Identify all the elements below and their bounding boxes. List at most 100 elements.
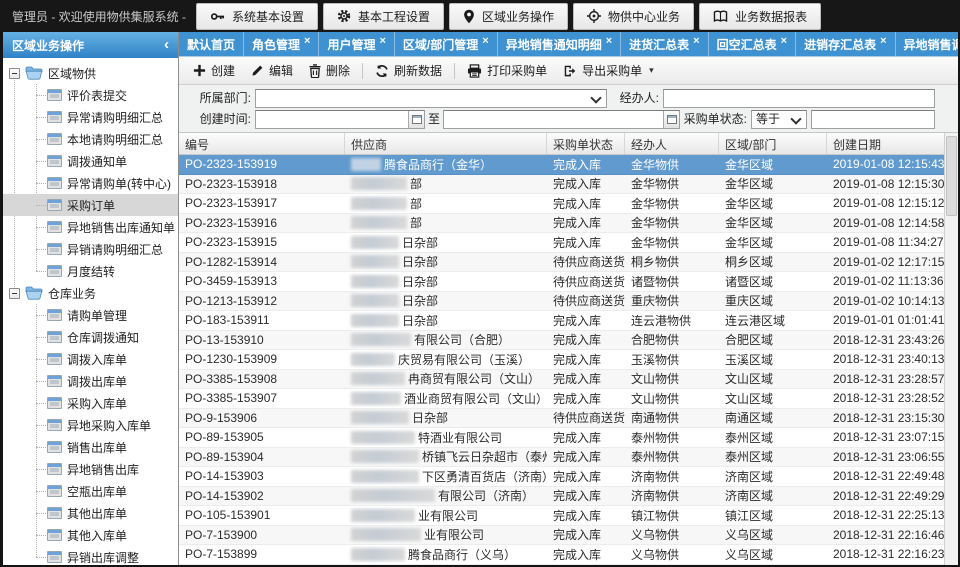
system-settings-button[interactable]: 系统基本设置 — [196, 3, 318, 30]
table-row[interactable]: PO-1230-153909庆贸易有限公司（玉溪）完成入库玉溪物供玉溪区域201… — [179, 350, 945, 370]
tree-item[interactable]: 调拨通知单 — [3, 150, 178, 172]
close-tab-icon[interactable]: × — [693, 36, 699, 47]
tree-item[interactable]: 采购入库单 — [3, 392, 178, 414]
tree-item[interactable]: 异常请购明细汇总 — [3, 106, 178, 128]
table-row[interactable]: PO-2323-153918部完成入库金华物供金华区域2019-01-08 12… — [179, 175, 945, 195]
tree-item[interactable]: 空瓶出库单 — [3, 480, 178, 502]
refresh-button[interactable]: 刷新数据 — [367, 59, 450, 82]
tab-区域/部门管理[interactable]: 区域/部门管理× — [395, 32, 498, 56]
table-row[interactable]: PO-1282-153914日杂部待供应商送货桐乡物供桐乡区域2019-01-0… — [179, 253, 945, 273]
tree-item[interactable]: 请购单管理 — [3, 304, 178, 326]
tree-item[interactable]: 异常请购单(转中心) — [3, 172, 178, 194]
tree-item[interactable]: 本地请购明细汇总 — [3, 128, 178, 150]
column-header-采购单状态[interactable]: 采购单状态 — [547, 133, 625, 154]
tree-item[interactable]: 仓库调拨通知 — [3, 326, 178, 348]
close-tab-icon[interactable]: × — [880, 36, 886, 47]
basic-project-settings-button[interactable]: 基本工程设置 — [323, 3, 444, 30]
tree-item[interactable]: 销售出库单 — [3, 436, 178, 458]
table-row[interactable]: PO-3459-153913日杂部待供应商送货诸暨物供诸暨区域2019-01-0… — [179, 272, 945, 292]
export-po-button[interactable]: 导出采购单▾ — [555, 59, 662, 82]
close-tab-icon[interactable]: × — [482, 36, 488, 47]
table-row[interactable]: PO-2323-153919腾食品商行（金华）完成入库金华物供金华区域2019-… — [179, 155, 945, 175]
status-op-select[interactable]: 等于 — [751, 110, 807, 129]
created-to-input[interactable] — [443, 110, 680, 129]
sidebar-title: 区域业务操作 — [12, 37, 84, 54]
tab-进货汇总表[interactable]: 进货汇总表× — [621, 32, 708, 56]
table-row[interactable]: PO-89-153904桥镇飞云日杂超市（泰州）完成入库泰州物供泰州区域2018… — [179, 448, 945, 468]
topbar: 管理员 - 欢迎使用物供集服系统 - 系统基本设置基本工程设置区域业务操作物供中… — [0, 0, 960, 32]
collapse-sidebar-icon[interactable]: ‹ — [164, 37, 169, 52]
table-row[interactable]: PO-89-153905特酒业有限公司完成入库泰州物供泰州区域2018-12-3… — [179, 428, 945, 448]
tree-item[interactable]: 异销请购明细汇总 — [3, 238, 178, 260]
tree-item[interactable]: 其他入库单 — [3, 524, 178, 546]
tab-默认首页[interactable]: 默认首页 — [179, 32, 244, 56]
table-row[interactable]: PO-3385-153908冉商贸有限公司（文山）完成入库文山物供文山区域201… — [179, 370, 945, 390]
column-header-编号[interactable]: 编号 — [179, 133, 345, 154]
table-row[interactable]: PO-1213-153912日杂部待供应商送货重庆物供重庆区域2019-01-0… — [179, 292, 945, 312]
table-row[interactable]: PO-183-153911日杂部完成入库连云港物供连云港区域2019-01-01… — [179, 311, 945, 331]
tab-回空汇总表[interactable]: 回空汇总表× — [709, 32, 796, 56]
topbar-button-label: 区域业务操作 — [482, 8, 554, 25]
collapse-node-icon[interactable] — [9, 288, 20, 299]
agent-filter-input[interactable] — [663, 89, 935, 108]
print-po-button[interactable]: 打印采购单 — [459, 59, 555, 82]
toolbar-separator — [362, 63, 363, 79]
table-row[interactable]: PO-7-153899腾食品商行（义乌）完成入库义乌物供义乌区域2018-12-… — [179, 545, 945, 565]
region-cell: 义乌区域 — [719, 546, 827, 563]
tree-item[interactable]: 月度结转 — [3, 260, 178, 282]
tree-item[interactable]: 评价表提交 — [3, 84, 178, 106]
scrollbar-thumb[interactable] — [946, 136, 957, 216]
tab-进销存汇总表[interactable]: 进销存汇总表× — [796, 32, 895, 56]
tree-item[interactable]: 调拨入库单 — [3, 348, 178, 370]
table-row[interactable]: PO-2323-153915日杂部完成入库金华物供金华区域2019-01-08 … — [179, 233, 945, 253]
collapse-node-icon[interactable] — [9, 68, 20, 79]
close-tab-icon[interactable]: × — [379, 36, 385, 47]
table-row[interactable]: PO-9-153906日杂部待供应商送货南通物供南通区域2018-12-31 2… — [179, 409, 945, 429]
business-reports-button[interactable]: 业务数据报表 — [699, 3, 821, 30]
export-icon — [563, 64, 577, 78]
tab-异地销售调整明细[interactable]: 异地销售调整明细× — [896, 32, 958, 56]
close-tab-icon[interactable]: × — [606, 36, 612, 47]
supplier-name: 部 — [410, 216, 422, 230]
redacted-text — [351, 333, 411, 346]
dept-filter-select[interactable] — [255, 89, 607, 108]
tree-item[interactable]: 调拨出库单 — [3, 370, 178, 392]
column-header-区域/部门[interactable]: 区域/部门 — [719, 133, 827, 154]
tab-异地销售通知明细[interactable]: 异地销售通知明细× — [498, 32, 621, 56]
tab-角色管理[interactable]: 角色管理× — [244, 32, 319, 56]
tree-item[interactable]: 异地采购入库单 — [3, 414, 178, 436]
tree-folder[interactable]: 仓库业务 — [3, 282, 178, 304]
calendar-icon[interactable] — [408, 111, 424, 128]
column-header-创建日期[interactable]: 创建日期 — [827, 133, 945, 154]
tree-item[interactable]: 采购订单 — [3, 194, 178, 216]
tree-item[interactable]: 其他出库单 — [3, 502, 178, 524]
tree-item[interactable]: 异地销售出库 — [3, 458, 178, 480]
region-business-button[interactable]: 区域业务操作 — [449, 3, 568, 30]
tree-item[interactable]: 异销出库调整 — [3, 546, 178, 565]
table-row[interactable]: PO-7-153900业有限公司完成入库义乌物供义乌区域2018-12-31 2… — [179, 526, 945, 546]
delete-button[interactable]: 删除 — [301, 59, 358, 82]
calendar-icon[interactable] — [663, 111, 679, 128]
tree-item[interactable]: 异地销售出库通知单 — [3, 216, 178, 238]
close-tab-icon[interactable]: × — [304, 36, 310, 47]
table-row[interactable]: PO-13-153910有限公司（合肥）完成入库合肥物供合肥区域2018-12-… — [179, 331, 945, 351]
table-row[interactable]: PO-14-153902有限公司（济南）完成入库济南物供济南区域2018-12-… — [179, 487, 945, 507]
tab-用户管理[interactable]: 用户管理× — [319, 32, 394, 56]
table-row[interactable]: PO-3385-153907酒业商贸有限公司（文山）完成入库文山物供文山区域20… — [179, 389, 945, 409]
table-row[interactable]: PO-2323-153916部完成入库金华物供金华区域2019-01-08 12… — [179, 214, 945, 234]
create-button[interactable]: 创建 — [185, 59, 243, 82]
column-header-供应商[interactable]: 供应商 — [345, 133, 547, 154]
table-scrollbar[interactable] — [944, 133, 958, 565]
edit-button[interactable]: 编辑 — [243, 59, 301, 82]
table-row[interactable]: PO-2323-153917部完成入库金华物供金华区域2019-01-08 12… — [179, 194, 945, 214]
table-row[interactable]: PO-14-153903下区勇清百货店（济南）完成入库济南物供济南区域2018-… — [179, 467, 945, 487]
column-header-经办人[interactable]: 经办人 — [625, 133, 719, 154]
created-from-input[interactable] — [255, 110, 425, 129]
close-tab-icon[interactable]: × — [781, 36, 787, 47]
table-row[interactable]: PO-105-153901业有限公司完成入库镇江物供镇江区域2018-12-31… — [179, 506, 945, 526]
tree-folder[interactable]: 区域物供 — [3, 62, 178, 84]
supply-center-button[interactable]: 物供中心业务 — [573, 3, 694, 30]
po-number-cell: PO-2323-153919 — [179, 157, 345, 171]
topbar-menu: 系统基本设置基本工程设置 区域业务操作 物供中心业务业务数据报表 — [196, 3, 826, 30]
status-filter-input[interactable] — [811, 110, 935, 129]
